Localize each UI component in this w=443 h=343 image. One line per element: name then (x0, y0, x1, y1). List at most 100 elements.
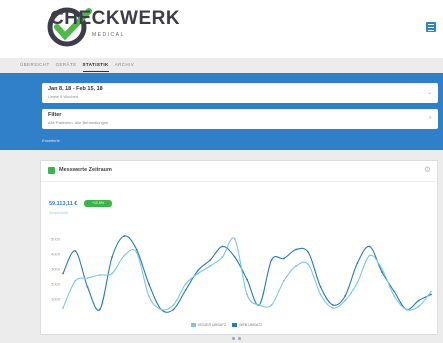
data-point[interactable] (184, 289, 187, 291)
data-point[interactable] (258, 304, 261, 306)
data-point[interactable] (135, 251, 138, 254)
app-header: CHECKWERK MEDICAL (0, 0, 443, 58)
data-point[interactable] (98, 274, 101, 276)
data-point[interactable] (160, 308, 163, 311)
chart-card: Messwerte Zeitraum ⚙ 59.113,11 € +10,5% … (40, 160, 438, 335)
data-point[interactable] (86, 277, 89, 279)
data-point[interactable] (197, 269, 199, 272)
kpi-badge: +10,5% (84, 200, 112, 207)
search-icon: ⌕ (428, 115, 432, 121)
series-line (62, 237, 432, 311)
data-point[interactable] (62, 272, 64, 275)
pager-dots (232, 337, 241, 340)
data-point[interactable] (307, 263, 310, 266)
data-point[interactable] (295, 248, 297, 251)
tab-statistics[interactable]: STATISTIK (82, 62, 109, 72)
menu-icon[interactable] (426, 22, 436, 32)
data-point[interactable] (233, 238, 236, 240)
data-point[interactable] (393, 290, 396, 293)
data-point[interactable] (381, 271, 383, 273)
pager-dot[interactable] (238, 337, 241, 340)
advanced-link[interactable]: Erweiterte (42, 138, 60, 143)
tab-archive[interactable]: ARCHIV (115, 62, 134, 72)
card-header: Messwerte Zeitraum ⚙ (41, 161, 437, 182)
data-point[interactable] (74, 250, 77, 252)
data-point[interactable] (221, 256, 224, 258)
data-point[interactable] (135, 248, 138, 251)
legend-item: ISSUER UMSATZ (191, 323, 227, 328)
data-point[interactable] (331, 304, 334, 306)
chevron-down-icon: ⌄ (426, 90, 432, 96)
kpi-value: 59.113,11 € (49, 201, 78, 207)
tab-devices[interactable]: GERÄTE (56, 62, 77, 72)
date-range-title: Jan 8, 18 - Feb 15, 18 (48, 86, 103, 92)
kpi-subtitle: Vorperiode (49, 210, 69, 215)
data-point[interactable] (86, 286, 89, 288)
data-point[interactable] (184, 283, 187, 285)
data-point[interactable] (197, 272, 199, 275)
data-point[interactable] (246, 278, 248, 281)
data-point[interactable] (98, 308, 101, 311)
data-point[interactable] (233, 256, 236, 258)
data-point[interactable] (123, 254, 126, 257)
pager-dot[interactable] (232, 337, 235, 340)
date-range-subtitle: Letzte 5 Wochen (48, 94, 78, 99)
data-point[interactable] (319, 286, 322, 288)
data-point[interactable] (368, 245, 371, 248)
data-point[interactable] (344, 299, 347, 302)
data-point[interactable] (282, 280, 285, 282)
filter-subtitle: Alle Patienten, Alle Behandlungen (48, 120, 109, 125)
tab-overview[interactable]: ÜBERSICHT (20, 62, 50, 72)
data-point[interactable] (295, 265, 297, 267)
card-title: Messwerte Zeitraum (59, 167, 112, 173)
legend-item: WEB UMSATZ (232, 323, 263, 328)
brand-name: CHECKWERK (50, 8, 181, 29)
data-point[interactable] (282, 257, 285, 260)
data-point[interactable] (344, 295, 347, 297)
gear-icon[interactable]: ⚙ (424, 165, 431, 174)
data-point[interactable] (62, 307, 64, 309)
data-point[interactable] (307, 251, 310, 254)
data-point[interactable] (430, 293, 432, 296)
data-point[interactable] (331, 307, 334, 309)
series-line (62, 235, 432, 313)
data-point[interactable] (209, 265, 212, 267)
line-chart: 1000 2000 3000 4000 5000 (51, 235, 432, 313)
data-point[interactable] (270, 304, 273, 306)
filter-title: Filter (48, 112, 62, 118)
data-point[interactable] (147, 283, 150, 285)
data-point[interactable] (430, 290, 432, 293)
data-point[interactable] (356, 262, 359, 264)
data-point[interactable] (123, 235, 126, 237)
nav-tabs: ÜBERSICHT GERÄTE STATISTIK ARCHIV (20, 62, 134, 72)
filter-selector[interactable]: Filter Alle Patienten, Alle Behandlungen… (42, 109, 438, 129)
y-tick-label: 3000 (51, 267, 61, 272)
data-point[interactable] (368, 254, 371, 257)
data-point[interactable] (405, 308, 408, 311)
data-point[interactable] (417, 299, 420, 302)
y-tick-label: 2000 (51, 282, 61, 287)
data-point[interactable] (393, 295, 396, 297)
data-point[interactable] (111, 256, 113, 258)
data-point[interactable] (111, 272, 113, 275)
chart-legend: ISSUER UMSATZ WEB UMSATZ (191, 323, 263, 328)
brand-tagline: MEDICAL (92, 32, 125, 38)
data-point[interactable] (147, 295, 150, 297)
y-tick-label: 5000 (51, 237, 61, 242)
data-point[interactable] (221, 245, 224, 248)
legend-label: ISSUER UMSATZ (198, 323, 227, 327)
data-point[interactable] (172, 304, 175, 306)
data-point[interactable] (172, 308, 175, 311)
data-point[interactable] (319, 293, 322, 296)
data-point[interactable] (246, 293, 248, 296)
data-point[interactable] (74, 280, 77, 282)
data-point[interactable] (356, 281, 359, 284)
date-range-selector[interactable]: Jan 8, 18 - Feb 15, 18 Letzte 5 Wochen ⌄ (42, 83, 438, 103)
filter-band: Jan 8, 18 - Feb 15, 18 Letzte 5 Wochen ⌄… (0, 73, 443, 150)
data-point[interactable] (270, 259, 273, 261)
y-tick-label: 4000 (51, 252, 61, 257)
data-point[interactable] (209, 259, 212, 261)
data-point[interactable] (417, 305, 420, 308)
data-point[interactable] (381, 268, 383, 270)
legend-label: WEB UMSATZ (239, 323, 263, 327)
